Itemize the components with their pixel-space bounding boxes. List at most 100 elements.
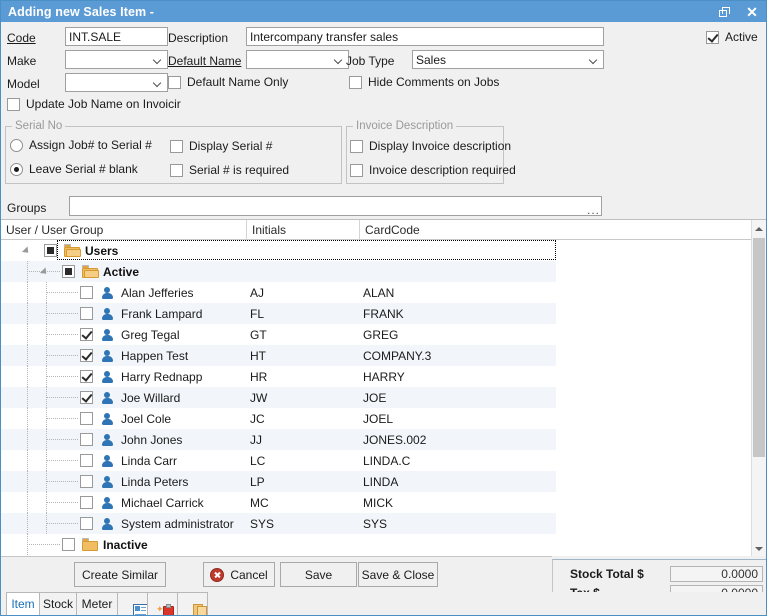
active-label: Active — [725, 30, 758, 44]
create-similar-button[interactable]: Create Similar — [74, 562, 166, 587]
leave-serial-blank-radio[interactable]: Leave Serial # blank — [10, 162, 138, 176]
invoice-description-required-checkbox[interactable]: Invoice description required — [350, 163, 516, 177]
save-button[interactable]: Save — [280, 562, 357, 587]
row-cardcode-cell: JOEL — [363, 412, 393, 426]
tab-label: Stock — [43, 597, 73, 611]
tree-guide-line — [27, 471, 29, 492]
cancel-button[interactable]: Cancel — [203, 562, 275, 587]
default-name-select[interactable] — [246, 50, 349, 69]
create-similar-label: Create Similar — [82, 568, 158, 582]
row-checkbox[interactable] — [80, 328, 93, 341]
tab-clipboard-add[interactable]: ✦ — [147, 592, 178, 615]
tree-expander-icon[interactable] — [41, 268, 50, 277]
row-checkbox[interactable] — [80, 349, 93, 362]
restore-window-button[interactable] — [710, 1, 738, 22]
table-row[interactable]: Harry RednappHRHARRY — [1, 366, 751, 387]
column-header-cardcode[interactable]: CardCode — [359, 220, 751, 239]
row-cardcode-cell: LINDA — [363, 475, 398, 489]
active-checkbox[interactable]: Active — [706, 30, 758, 44]
grid-header: User / User Group Initials CardCode — [1, 220, 766, 240]
tree-group-row[interactable]: Active — [1, 261, 751, 282]
tab-document-details[interactable] — [117, 592, 148, 615]
table-row[interactable]: Alan JefferiesAJALAN — [1, 282, 751, 303]
user-icon — [100, 475, 114, 488]
code-input[interactable]: INT.SALE — [65, 27, 168, 46]
display-serial-checkbox[interactable]: Display Serial # — [170, 139, 272, 153]
tab-meter[interactable]: Meter — [76, 592, 118, 615]
row-checkbox[interactable] — [80, 517, 93, 530]
table-row[interactable]: John JonesJJJONES.002 — [1, 429, 751, 450]
row-checkbox[interactable] — [80, 370, 93, 383]
tree-guide-line — [27, 387, 29, 408]
make-select[interactable] — [65, 50, 168, 69]
grid-vertical-scrollbar[interactable] — [751, 220, 766, 557]
row-name-cell: Happen Test — [121, 349, 188, 363]
job-type-select[interactable]: Sales — [412, 50, 604, 69]
chevron-down-icon — [587, 55, 600, 65]
table-row[interactable]: Linda CarrLCLINDA.C — [1, 450, 751, 471]
update-job-name-checkbox[interactable]: Update Job Name on Invoicir — [7, 97, 181, 111]
row-name-cell: Users — [85, 244, 118, 258]
model-select[interactable] — [65, 73, 168, 92]
chevron-down-icon — [755, 547, 763, 551]
row-checkbox[interactable] — [80, 412, 93, 425]
column-header-initials[interactable]: Initials — [246, 220, 359, 239]
tree-expander-icon[interactable] — [23, 247, 32, 256]
invoice-description-group-title: Invoice Description — [353, 120, 456, 132]
row-checkbox[interactable] — [80, 391, 93, 404]
close-window-button[interactable]: ✕ — [738, 1, 766, 22]
chevron-down-icon — [151, 55, 164, 65]
scroll-up-button[interactable] — [752, 220, 766, 237]
table-row[interactable]: Happen TestHTCOMPANY.3 — [1, 345, 751, 366]
table-row[interactable]: Greg TegalGTGREG — [1, 324, 751, 345]
item-form: Code INT.SALE Description Intercompany t… — [1, 22, 766, 218]
description-label: Description — [168, 31, 228, 45]
row-checkbox[interactable] — [62, 538, 75, 551]
row-cardcode-cell: ALAN — [363, 286, 394, 300]
table-row[interactable]: System administratorSYSSYS — [1, 513, 751, 534]
hide-comments-on-jobs-checkbox[interactable]: Hide Comments on Jobs — [349, 75, 499, 89]
row-cardcode-cell: MICK — [363, 496, 393, 510]
folder-closed-icon — [82, 538, 98, 551]
row-checkbox[interactable] — [80, 475, 93, 488]
window-title: Adding new Sales Item - — [1, 5, 154, 19]
tab-copy-pages[interactable] — [177, 592, 208, 615]
user-icon — [100, 433, 114, 446]
default-name-only-checkbox[interactable]: Default Name Only — [168, 75, 288, 89]
tree-guide-dash — [46, 397, 78, 399]
users-grid: User / User Group Initials CardCode User… — [1, 219, 766, 556]
table-row[interactable]: Michael CarrickMCMICK — [1, 492, 751, 513]
tree-group-row[interactable]: Users — [1, 240, 751, 261]
save-label: Save — [305, 568, 332, 582]
scrollbar-thumb[interactable] — [753, 238, 765, 457]
assign-job-to-serial-radio[interactable]: Assign Job# to Serial # — [10, 138, 152, 152]
row-checkbox[interactable] — [80, 286, 93, 299]
tab-stock[interactable]: Stock — [39, 592, 77, 615]
display-invoice-description-checkbox[interactable]: Display Invoice description — [350, 139, 511, 153]
tree-guide-line — [27, 513, 29, 534]
row-checkbox[interactable] — [80, 433, 93, 446]
display-invoice-description-label: Display Invoice description — [369, 139, 511, 153]
invoice-description-required-label: Invoice description required — [369, 163, 516, 177]
row-checkbox[interactable] — [80, 307, 93, 320]
tab-item[interactable]: Item — [6, 592, 40, 615]
table-row[interactable]: Joel ColeJCJOEL — [1, 408, 751, 429]
row-checkbox[interactable] — [44, 244, 57, 257]
tree-group-row[interactable]: Inactive — [1, 534, 751, 555]
row-checkbox[interactable] — [80, 496, 93, 509]
table-row[interactable]: Joe WillardJWJOE — [1, 387, 751, 408]
table-row[interactable]: Frank LampardFLFRANK — [1, 303, 751, 324]
column-header-user-group[interactable]: User / User Group — [1, 220, 246, 239]
serial-required-checkbox[interactable]: Serial # is required — [170, 163, 289, 177]
row-checkbox[interactable] — [80, 454, 93, 467]
row-initials-cell: GT — [250, 328, 267, 342]
save-and-close-button[interactable]: Save & Close — [358, 562, 438, 587]
tree-guide-line — [27, 450, 29, 471]
groups-ellipsis-button[interactable]: ... — [587, 204, 600, 216]
row-checkbox[interactable] — [62, 265, 75, 278]
groups-input[interactable] — [69, 196, 602, 216]
update-job-name-checkbox-box — [7, 98, 20, 111]
description-input[interactable]: Intercompany transfer sales — [246, 27, 604, 46]
scroll-down-button[interactable] — [752, 540, 766, 557]
table-row[interactable]: Linda PetersLPLINDA — [1, 471, 751, 492]
